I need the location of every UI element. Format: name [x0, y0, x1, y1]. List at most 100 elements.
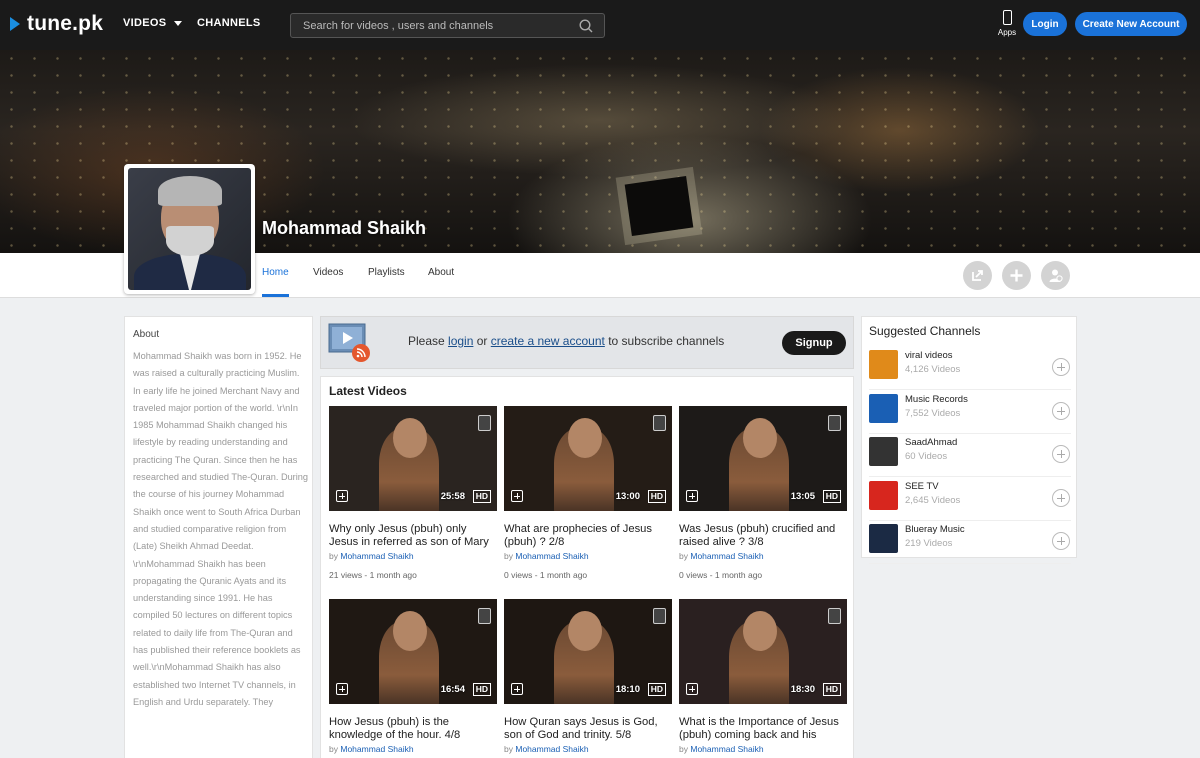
channel-name-link[interactable]: Blueray Music [905, 524, 965, 535]
site-logo[interactable]: tune.pk [10, 12, 103, 36]
channel-name-link[interactable]: Music Records [905, 394, 968, 405]
hd-badge: HD [647, 490, 666, 503]
video-title[interactable]: Was Jesus (pbuh) crucified and raised al… [679, 523, 847, 549]
video-thumbnail[interactable]: 13:05 HD [679, 406, 847, 511]
video-author-link[interactable]: Mohammad Shaikh [340, 551, 413, 561]
notice-text: Please login or create a new account to … [408, 334, 725, 348]
signup-button[interactable]: Signup [782, 331, 846, 355]
channel-name-link[interactable]: SEE TV [905, 481, 939, 492]
channel-avatar [124, 164, 255, 294]
video-title[interactable]: How Quran says Jesus is God, son of God … [504, 716, 672, 742]
avatar-image [128, 168, 251, 290]
video-title[interactable]: How Jesus (pbuh) is the knowledge of the… [329, 716, 497, 742]
video-duration: 13:05 [790, 491, 815, 502]
channel-name-link[interactable]: SaadAhmad [905, 437, 957, 448]
channel-thumbnail[interactable] [869, 524, 898, 553]
video-duration: 18:10 [615, 684, 640, 695]
video-meta: 0 views - 1 month ago [504, 570, 588, 580]
about-panel: About Mohammad Shaikh was born in 1952. … [124, 316, 313, 758]
login-button[interactable]: Login [1023, 12, 1067, 36]
hd-badge: HD [472, 683, 491, 696]
video-meta: 21 views - 1 month ago [329, 570, 417, 580]
suggested-channel-item[interactable]: SEE TV 2,645 Videos [869, 478, 1071, 521]
subscribe-plus-icon[interactable] [1052, 532, 1070, 550]
add-to-playlist-icon[interactable] [336, 683, 348, 695]
video-card[interactable]: 18:30 HD What is the Importance of Jesus (… [679, 599, 847, 754]
video-title[interactable]: What are prophecies of Jesus (pbuh) ? 2/… [504, 523, 672, 549]
video-author-link[interactable]: Mohammad Shaikh [690, 551, 763, 561]
video-duration: 18:30 [790, 684, 815, 695]
mobile-phone-icon [1002, 10, 1012, 25]
video-thumbnail[interactable]: 18:30 HD [679, 599, 847, 704]
channel-watermark-icon [828, 608, 841, 624]
video-thumbnail[interactable]: 13:00 HD [504, 406, 672, 511]
add-to-playlist-icon[interactable] [511, 490, 523, 502]
video-author-link[interactable]: Mohammad Shaikh [340, 744, 413, 754]
channel-thumbnail[interactable] [869, 480, 898, 510]
about-description: Mohammad Shaikh was born in 1952. He was… [133, 351, 309, 707]
logo-chevron-icon [10, 17, 20, 31]
create-account-button[interactable]: Create New Account [1075, 12, 1187, 36]
channel-video-count: 4,126 Videos [905, 364, 961, 375]
apps-button[interactable]: Apps [995, 10, 1019, 37]
share-button[interactable] [963, 261, 992, 290]
channel-video-count: 219 Videos [905, 538, 953, 549]
hd-badge: HD [822, 683, 841, 696]
suggested-channel-item[interactable]: Music Records 7,552 Videos [869, 391, 1071, 434]
logo-text: tune.pk [27, 12, 104, 35]
suggested-channel-item[interactable]: Blueray Music 219 Videos [869, 521, 1071, 564]
channel-thumbnail[interactable] [869, 350, 898, 379]
add-to-playlist-icon[interactable] [511, 683, 523, 695]
channel-name-link[interactable]: viral videos [905, 350, 953, 361]
video-title[interactable]: What is the Importance of Jesus (pbuh) c… [679, 716, 847, 742]
tab-about[interactable]: About [428, 267, 454, 278]
tab-home[interactable]: Home [262, 267, 289, 278]
search-box [290, 13, 605, 38]
add-to-playlist-icon[interactable] [336, 490, 348, 502]
add-to-list-button[interactable] [1002, 261, 1031, 290]
video-thumbnail[interactable]: 25:58 HD [329, 406, 497, 511]
video-author-link[interactable]: Mohammad Shaikh [515, 551, 588, 561]
subscribe-plus-icon[interactable] [1052, 401, 1070, 420]
channel-thumbnail[interactable] [869, 393, 898, 423]
subscribe-plus-icon[interactable] [1052, 488, 1070, 507]
user-add-icon [1049, 269, 1063, 282]
video-thumbnail[interactable]: 16:54 HD [329, 599, 497, 704]
video-thumbnail[interactable]: 18:10 HD [504, 599, 672, 704]
video-card[interactable]: 13:05 HD Was Jesus (pbuh) crucified and ra… [679, 406, 847, 580]
channel-thumbnail[interactable] [869, 437, 898, 466]
thumbnail-face [568, 611, 602, 651]
nav-videos-menu[interactable]: VIDEOS [123, 17, 183, 29]
channel-watermark-icon [653, 415, 666, 431]
video-card[interactable]: 16:54 HD How Jesus (pbuh) is the knowledge… [329, 599, 497, 754]
search-input[interactable] [303, 18, 573, 34]
tab-playlists[interactable]: Playlists [368, 267, 405, 278]
video-card[interactable]: 13:00 HD What are prophecies of Jesus (pbu… [504, 406, 672, 580]
notice-create-account-link[interactable]: create a new account [491, 334, 605, 348]
nav-channels-link[interactable]: CHANNELS [197, 17, 261, 29]
video-card[interactable]: 18:10 HD How Quran says Jesus is God, son … [504, 599, 672, 754]
subscribe-plus-icon[interactable] [1052, 445, 1070, 463]
notice-login-link[interactable]: login [448, 334, 473, 348]
subscribe-plus-icon[interactable] [1052, 358, 1070, 376]
suggested-channels-panel: Suggested Channels viral videos 4,126 Vid… [861, 316, 1077, 564]
video-card[interactable]: 25:58 HD Why only Jesus (pbuh) only Jesus … [329, 406, 497, 580]
nav-videos-label: VIDEOS [123, 17, 167, 29]
plus-icon [1010, 269, 1023, 282]
tab-videos[interactable]: Videos [313, 267, 343, 278]
thumbnail-face [568, 418, 602, 458]
hd-badge: HD [472, 490, 491, 503]
suggested-channel-item[interactable]: viral videos 4,126 Videos [869, 347, 1071, 390]
suggested-channel-item[interactable]: SaadAhmad 60 Videos [869, 434, 1071, 477]
add-to-playlist-icon[interactable] [686, 683, 698, 695]
thumbnail-face [393, 611, 427, 651]
subscribe-user-button[interactable] [1041, 261, 1070, 290]
add-to-playlist-icon[interactable] [686, 490, 698, 502]
channel-watermark-icon [478, 608, 491, 624]
video-author-link[interactable]: Mohammad Shaikh [690, 744, 763, 754]
search-icon[interactable] [578, 18, 594, 34]
about-heading: About [133, 329, 160, 340]
video-rss-icon [328, 323, 370, 362]
video-author-link[interactable]: Mohammad Shaikh [515, 744, 588, 754]
video-title[interactable]: Why only Jesus (pbuh) only Jesus in refe… [329, 523, 497, 549]
